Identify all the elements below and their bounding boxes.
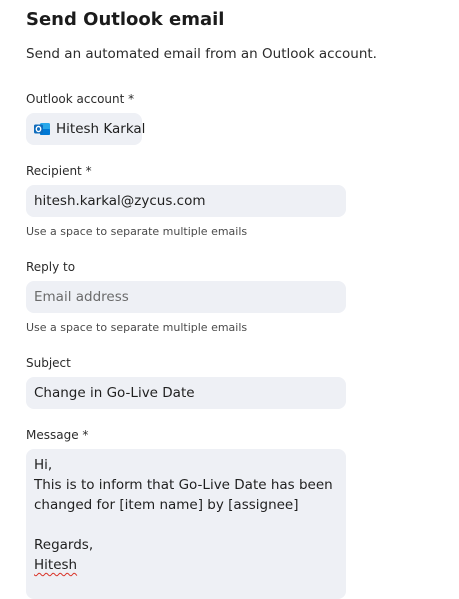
outlook-icon bbox=[34, 121, 50, 137]
reply-to-field bbox=[26, 281, 346, 313]
subject-input[interactable] bbox=[34, 385, 338, 401]
subject-label: Subject bbox=[26, 356, 71, 370]
recipient-helper-text: Use a space to separate multiple emails bbox=[26, 225, 248, 238]
message-label: Message * bbox=[26, 428, 89, 442]
misspelled-word: Hitesh bbox=[34, 557, 78, 573]
reply-to-label: Reply to bbox=[26, 260, 76, 274]
recipient-field bbox=[26, 185, 346, 217]
outlook-account-chip[interactable]: Hitesh Karkal bbox=[26, 113, 146, 145]
recipient-input[interactable] bbox=[34, 193, 338, 209]
reply-to-helper-text: Use a space to separate multiple emails bbox=[26, 321, 248, 334]
subject-field bbox=[26, 377, 346, 409]
message-line: This is to inform that Go-Live Date has … bbox=[34, 477, 333, 493]
message-line-signature: Hitesh bbox=[34, 555, 338, 575]
page-title: Send Outlook email bbox=[26, 9, 225, 30]
reply-to-input[interactable] bbox=[34, 289, 338, 305]
recipient-label: Recipient * bbox=[26, 164, 92, 178]
account-name: Hitesh Karkal bbox=[56, 121, 146, 137]
message-line: Regards, bbox=[34, 537, 94, 553]
message-textarea[interactable]: Hi, This is to inform that Go-Live Date … bbox=[26, 449, 346, 599]
outlook-account-label: Outlook account * bbox=[26, 92, 135, 106]
message-line bbox=[34, 515, 338, 535]
message-line: Hi, bbox=[34, 457, 53, 473]
message-line: changed for [item name] by [assignee] bbox=[34, 497, 299, 513]
page-description: Send an automated email from an Outlook … bbox=[26, 46, 377, 62]
